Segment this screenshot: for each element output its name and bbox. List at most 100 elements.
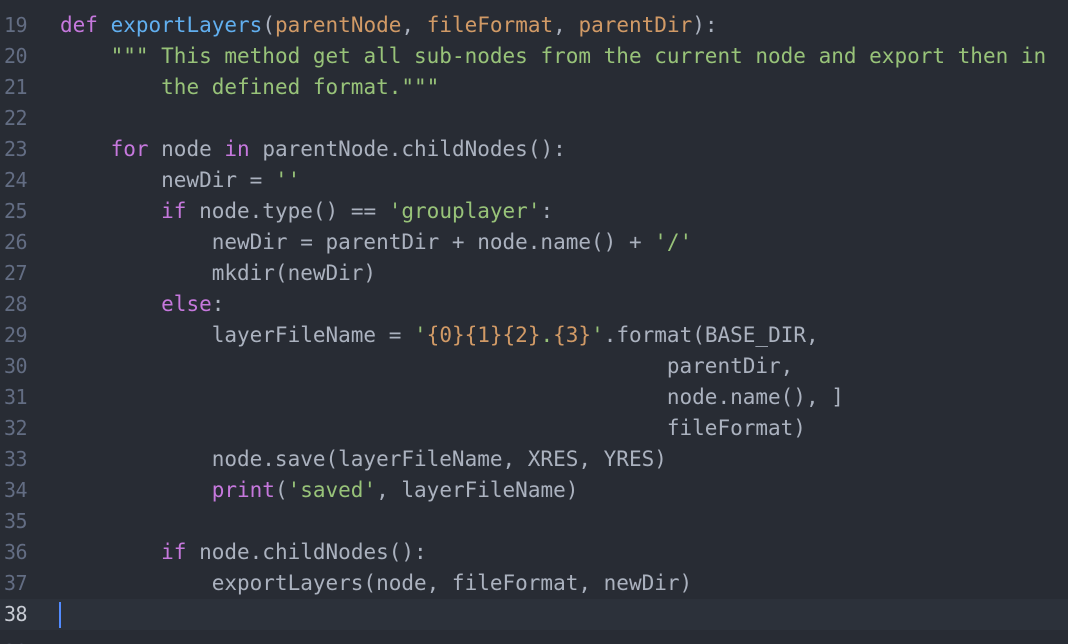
code-line[interactable]: 31 node.name(), ] (0, 382, 1068, 413)
code-line[interactable]: 32 fileFormat) (0, 413, 1068, 444)
line-number: 39 (0, 637, 46, 644)
line-number: 19 (4, 13, 28, 37)
code-token: ' (591, 323, 604, 347)
line-code: layerFileName = '{0}{1}{2}.{3}'.format(B… (60, 320, 819, 351)
line-number: 20 (4, 44, 28, 68)
code-token: newDir = (60, 168, 275, 192)
code-token: mkdir(newDir) (60, 261, 377, 285)
code-line[interactable]: 20 """ This method get all sub-nodes fro… (0, 41, 1068, 72)
code-token: {0}{1}{2} (426, 323, 541, 347)
line-number: 37 (4, 571, 28, 595)
line-number: 24 (4, 168, 28, 192)
code-token: parentDir (578, 13, 693, 37)
code-line[interactable]: 25 if node.type() == 'grouplayer': (0, 196, 1068, 227)
code-line[interactable]: 24 newDir = '' (0, 165, 1068, 196)
line-code: newDir = '' (60, 165, 300, 196)
line-number: 31 (4, 385, 28, 409)
code-token: fileFormat) (60, 416, 806, 440)
partial-line-bottom: 39 (0, 637, 1068, 644)
code-token: """ This method get all sub-nodes from t… (110, 44, 1047, 68)
line-code: """ This method get all sub-nodes from t… (60, 41, 1047, 72)
code-token: exportLayers(node, fileFormat, newDir) (60, 571, 693, 595)
code-token: '' (274, 168, 301, 192)
code-line[interactable]: 28 else: (0, 289, 1068, 320)
line-code: for node in parentNode.childNodes(): (60, 134, 566, 165)
line-number: 29 (4, 323, 28, 347)
line-number: 23 (4, 137, 28, 161)
code-line[interactable]: 27 mkdir(newDir) (0, 258, 1068, 289)
code-token: ( (262, 13, 275, 37)
code-token: exportLayers (110, 13, 263, 37)
line-number: 30 (4, 354, 28, 378)
code-token: node.childNodes(): (186, 540, 427, 564)
code-line[interactable]: 38 (0, 599, 1068, 630)
code-token: parentNode.childNodes(): (249, 137, 566, 161)
partial-line-top: 18 (0, 0, 1068, 6)
code-token: print (211, 478, 275, 502)
line-number: 33 (4, 447, 28, 471)
code-line[interactable]: 35 (0, 506, 1068, 537)
code-line[interactable]: 34 print('saved', layerFileName) (0, 475, 1068, 506)
line-number: 38 (4, 602, 28, 626)
line-code: if node.childNodes(): (60, 537, 427, 568)
line-code: else: (60, 289, 224, 320)
line-code: exportLayers(node, fileFormat, newDir) (60, 568, 692, 599)
line-code: node.save(layerFileName, XRES, YRES) (60, 444, 667, 475)
line-number: 26 (4, 230, 28, 254)
code-line[interactable]: 30 parentDir, (0, 351, 1068, 382)
line-number: 18 (0, 0, 46, 6)
code-token: layerFileName = (60, 323, 415, 347)
code-token: ): (692, 13, 718, 37)
line-code: newDir = parentDir + node.name() + '/' (60, 227, 692, 258)
code-line[interactable]: 33 node.save(layerFileName, XRES, YRES) (0, 444, 1068, 475)
code-token: . (540, 323, 554, 347)
code-token: {3} (553, 323, 592, 347)
code-line[interactable]: 29 layerFileName = '{0}{1}{2}.{3}'.forma… (0, 320, 1068, 351)
code-token: , (553, 13, 579, 37)
code-line[interactable]: 36 if node.childNodes(): (0, 537, 1068, 568)
code-line[interactable]: 19 def exportLayers(parentNode, fileForma… (0, 10, 1068, 41)
code-token: , (401, 13, 427, 37)
line-code: node.name(), ] (60, 382, 844, 413)
line-code: fileFormat) (60, 413, 806, 444)
line-number: 36 (4, 540, 28, 564)
code-token: .format(BASE_DIR, (603, 323, 819, 347)
code-token: fileFormat (426, 13, 554, 37)
line-number: 32 (4, 416, 28, 440)
code-line[interactable]: 37 exportLayers(node, fileFormat, newDir… (0, 568, 1068, 599)
line-number: 25 (4, 199, 28, 223)
code-line[interactable]: 26 newDir = parentDir + node.name() + '/… (0, 227, 1068, 258)
line-code: def exportLayers(parentNode, fileFormat,… (60, 10, 718, 41)
code-token: node (148, 137, 225, 161)
code-token: 'saved' (287, 478, 377, 502)
code-token: parentDir, (60, 354, 794, 378)
code-line[interactable]: 23 for node in parentNode.childNodes(): (0, 134, 1068, 165)
code-token: : (211, 292, 225, 316)
code-token: node.save(layerFileName, XRES, YRES) (60, 447, 667, 471)
code-token: '/' (654, 230, 693, 254)
line-code: print('saved', layerFileName) (60, 475, 579, 506)
code-token: node.name(), ] (60, 385, 844, 409)
text-cursor (59, 602, 61, 628)
code-token: the defined format.""" (161, 75, 440, 99)
code-token: else (161, 292, 212, 316)
line-number: 34 (4, 478, 28, 502)
line-number: 22 (4, 106, 28, 130)
code-token: in (224, 137, 250, 161)
code-line[interactable]: 22 (0, 103, 1068, 134)
line-number: 35 (4, 509, 28, 533)
code-token: : (540, 199, 554, 223)
code-token: for (110, 137, 149, 161)
code-editor[interactable]: 18 19 def exportLayers(parentNode, fileFo… (0, 0, 1068, 644)
code-line[interactable]: 21 the defined format.""" (0, 72, 1068, 103)
line-code: mkdir(newDir) (60, 258, 376, 289)
line-number: 27 (4, 261, 28, 285)
